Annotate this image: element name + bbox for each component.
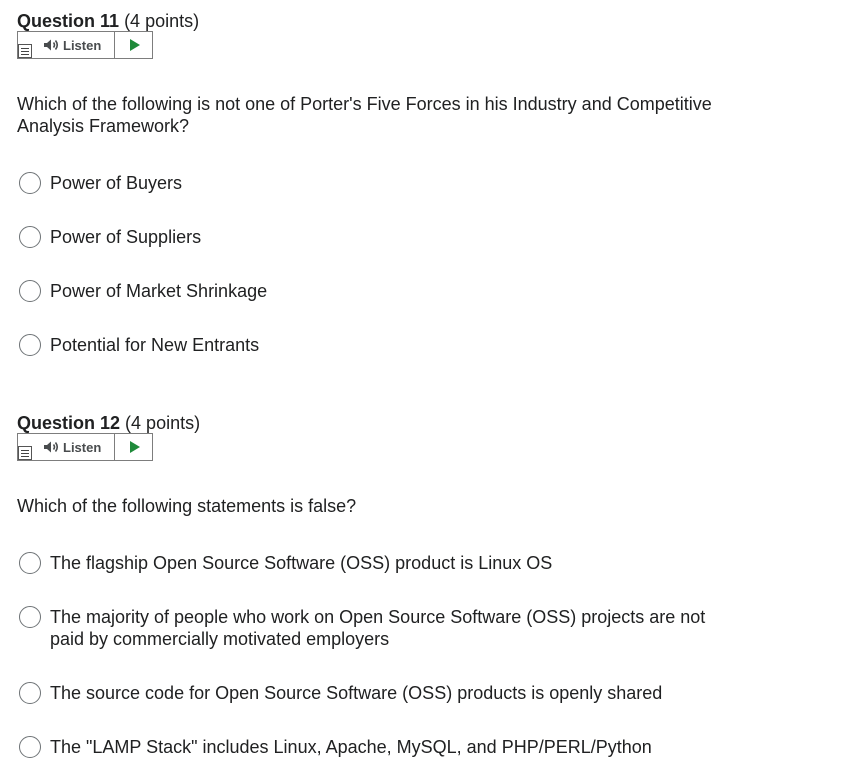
answer-option[interactable]: The flagship Open Source Software (OSS) …: [19, 552, 740, 574]
question-text: Which of the following is not one of Por…: [17, 94, 712, 136]
answer-option[interactable]: Power of Market Shrinkage: [19, 280, 740, 302]
radio-button[interactable]: [19, 552, 41, 574]
document-icon[interactable]: [18, 446, 32, 460]
answer-option[interactable]: Power of Suppliers: [19, 226, 740, 248]
play-icon: [129, 39, 140, 51]
radio-button[interactable]: [19, 280, 41, 302]
answer-label: Power of Suppliers: [50, 227, 202, 247]
speaker-icon: [44, 441, 59, 453]
question-header: Question 11 (4 points): [17, 9, 847, 33]
answer-option[interactable]: The "LAMP Stack" includes Linux, Apache,…: [19, 736, 740, 758]
question-header: Question 12 (4 points): [17, 411, 847, 435]
question-title: Question 12: [17, 413, 121, 433]
answer-option[interactable]: Potential for New Entrants: [19, 334, 740, 356]
speaker-icon: [44, 39, 59, 51]
answer-label: Potential for New Entrants: [50, 335, 260, 355]
radio-button[interactable]: [19, 682, 41, 704]
listen-button[interactable]: Listen: [18, 434, 115, 460]
listen-label: Listen: [63, 439, 102, 455]
listen-widget: Listen: [17, 433, 153, 461]
question-points: (4 points): [124, 11, 200, 31]
question-12-header-block: Question 12 (4 points) Listen: [17, 411, 847, 461]
listen-button[interactable]: Listen: [18, 32, 115, 58]
document-icon[interactable]: [18, 44, 32, 58]
radio-button[interactable]: [19, 226, 41, 248]
question-text: Which of the following statements is fal…: [17, 496, 357, 516]
radio-button[interactable]: [19, 736, 41, 758]
listen-label: Listen: [63, 37, 102, 53]
radio-button[interactable]: [19, 172, 41, 194]
answer-label: The flagship Open Source Software (OSS) …: [50, 553, 553, 573]
radio-button[interactable]: [19, 334, 41, 356]
answer-label: The majority of people who work on Open …: [50, 607, 706, 649]
play-icon: [129, 441, 140, 453]
question-points: (4 points): [125, 413, 201, 433]
play-button[interactable]: [115, 32, 152, 58]
answer-option[interactable]: The source code for Open Source Software…: [19, 682, 740, 704]
answer-label: Power of Market Shrinkage: [50, 281, 268, 301]
radio-button[interactable]: [19, 606, 41, 628]
question-11-header-block: Question 11 (4 points) Listen: [17, 9, 847, 59]
answer-option[interactable]: Power of Buyers: [19, 172, 740, 194]
listen-widget: Listen: [17, 31, 153, 59]
answer-label: The "LAMP Stack" includes Linux, Apache,…: [50, 737, 652, 757]
play-button[interactable]: [115, 434, 152, 460]
answer-option[interactable]: The majority of people who work on Open …: [19, 606, 740, 650]
answer-label: The source code for Open Source Software…: [50, 683, 663, 703]
answer-label: Power of Buyers: [50, 173, 183, 193]
question-title: Question 11: [17, 11, 120, 31]
